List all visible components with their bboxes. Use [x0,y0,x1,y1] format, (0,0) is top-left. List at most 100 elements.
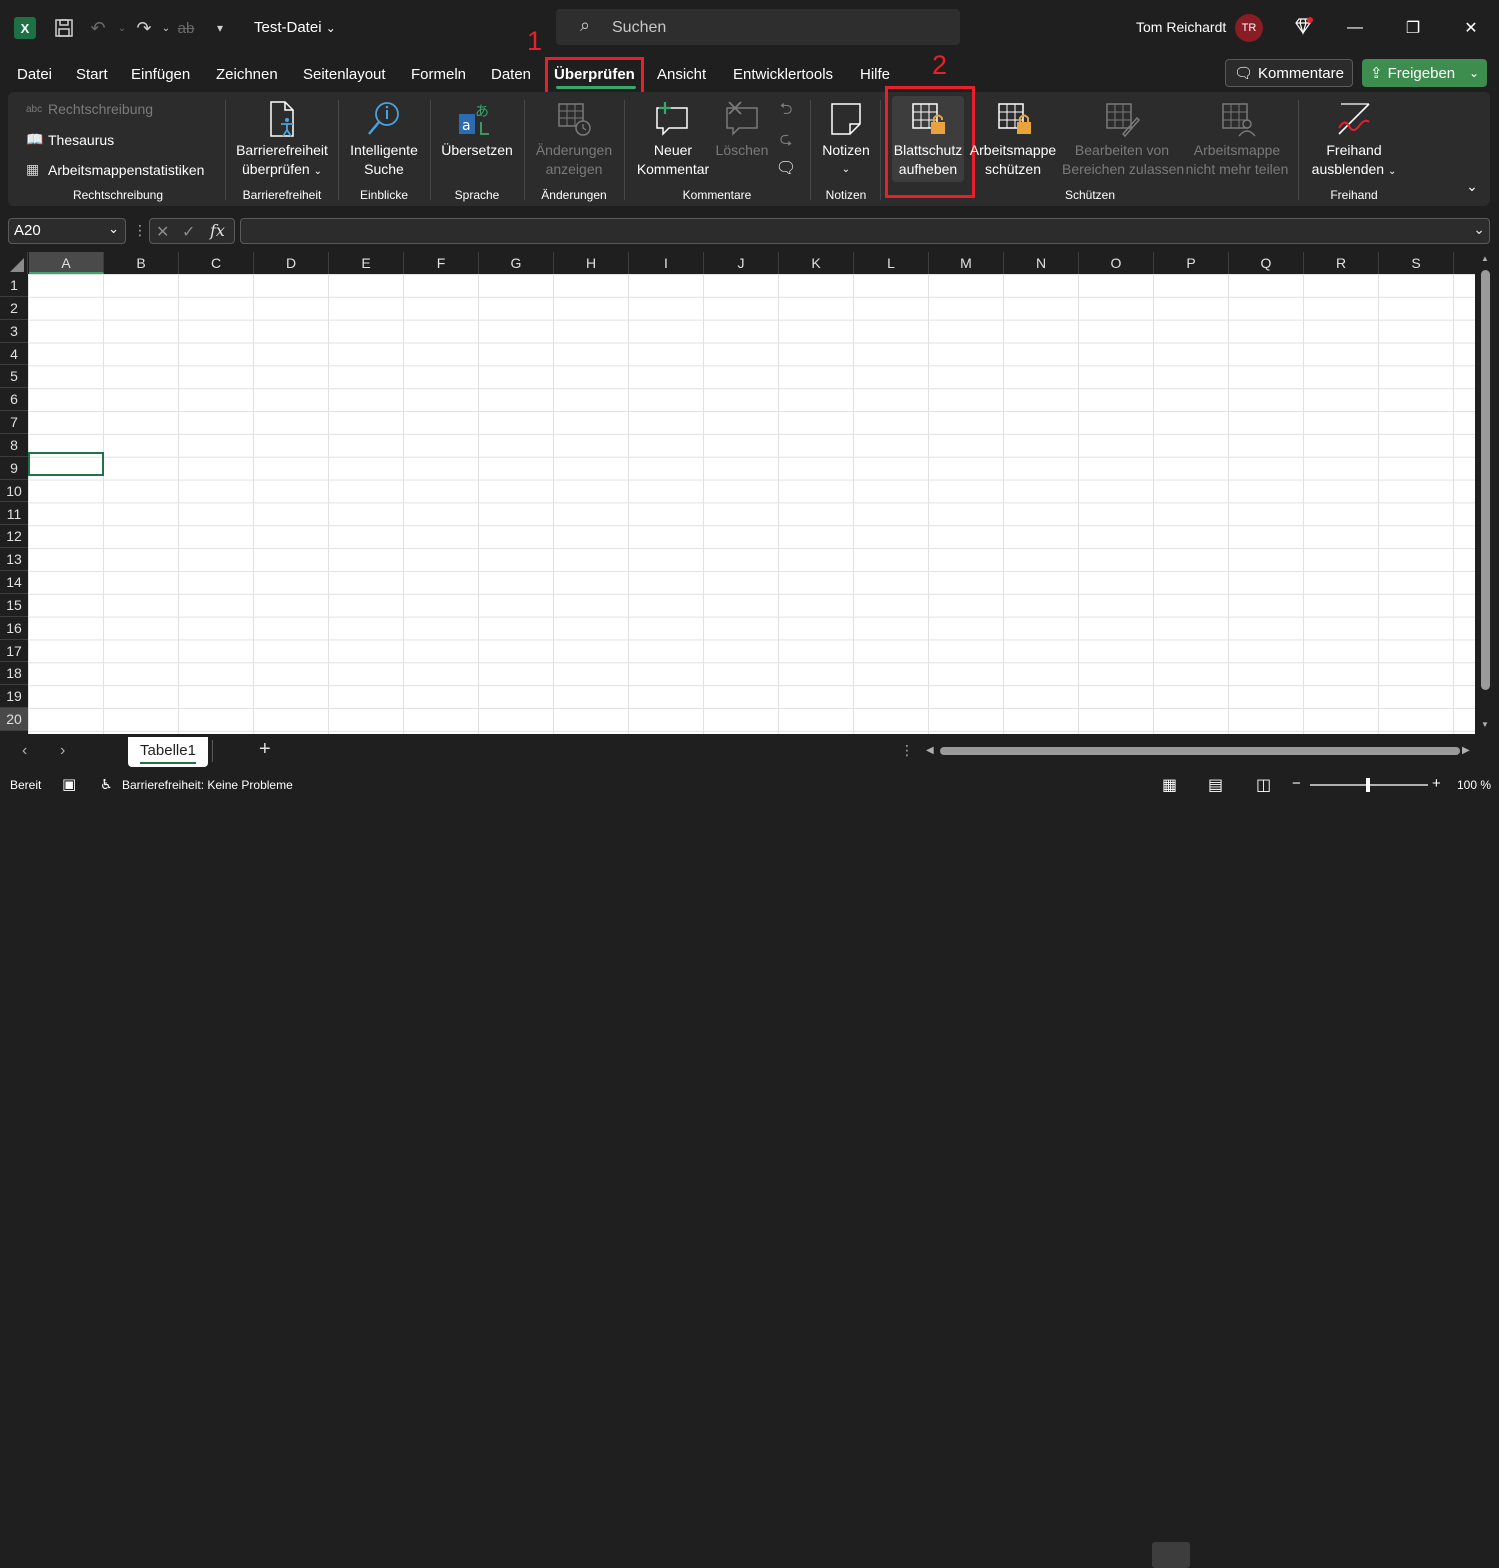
row-header-3[interactable]: 3 [0,320,28,343]
row-header-6[interactable]: 6 [0,388,28,412]
diamond-icon[interactable] [1288,12,1318,40]
column-header-a[interactable]: A [29,252,104,274]
add-sheet-button[interactable]: + [259,738,271,761]
expand-formula-bar-icon[interactable]: ⌄ [1473,221,1485,238]
new-comment-button[interactable]: Neuer Kommentar [630,141,716,179]
row-header-4[interactable]: 4 [0,343,28,366]
chevron-down-icon[interactable]: ⌄ [108,221,119,237]
accessibility-status[interactable]: Barrierefreiheit: Keine Probleme [122,778,293,792]
notes-button[interactable]: Notizen ⌄ [814,141,878,179]
tab-datei[interactable]: Datei [17,66,52,83]
column-header-r[interactable]: R [1304,252,1379,274]
select-all-button[interactable] [0,252,28,274]
row-header-8[interactable]: 8 [0,434,28,457]
insert-function-icon[interactable]: fx [210,221,225,240]
strikethrough-icon[interactable]: ab [172,14,200,42]
scroll-up-icon[interactable]: ▲ [1481,254,1489,263]
thesaurus-button[interactable]: 📖 Thesaurus [26,131,114,148]
column-header-g[interactable]: G [479,252,554,274]
zoom-out-icon[interactable]: − [1292,775,1301,792]
column-header-s[interactable]: S [1379,252,1454,274]
row-header-1[interactable]: 1 [0,274,28,297]
tab-seitenlayout[interactable]: Seitenlayout [303,66,386,83]
vertical-scroll-thumb[interactable] [1481,270,1490,690]
normal-view-icon[interactable]: ▦ [1162,775,1177,795]
row-header-20[interactable]: 20 [0,708,28,731]
column-header-e[interactable]: E [329,252,404,274]
macro-recording-icon[interactable]: ▣ [62,775,76,793]
previous-comment-icon[interactable]: ⮌ [774,98,798,125]
row-header-10[interactable]: 10 [0,480,28,503]
page-layout-view-icon[interactable]: ▤ [1208,775,1223,795]
row-header-19[interactable]: 19 [0,685,28,709]
allow-edit-ranges-button[interactable]: Bearbeiten von Bereichen zulassen [1062,141,1184,179]
previous-sheet-icon[interactable]: ‹ [22,742,27,760]
unshare-workbook-button[interactable]: Arbeitsmappe nicht mehr teilen [1184,141,1290,179]
close-icon[interactable]: ✕ [1456,14,1486,42]
column-header-h[interactable]: H [554,252,629,274]
spelling-button[interactable]: abc Rechtschreibung [26,101,153,117]
minimize-icon[interactable]: — [1340,14,1370,42]
row-header-12[interactable]: 12 [0,525,28,549]
horizontal-scroll-thumb[interactable] [940,747,1460,755]
user-name[interactable]: Tom Reichardt [1136,19,1226,35]
more-options-icon[interactable]: ⋮ [133,222,147,239]
zoom-in-icon[interactable]: + [1432,775,1441,792]
accessibility-icon[interactable]: ♿ [100,776,113,793]
formula-input[interactable]: ⌄ [240,218,1490,244]
workbook-statistics-button[interactable]: ▦ Arbeitsmappenstatistiken [26,161,204,178]
row-header-11[interactable]: 11 [0,503,28,526]
row-header-14[interactable]: 14 [0,571,28,594]
confirm-icon[interactable]: ✓ [182,222,195,242]
row-header-17[interactable]: 17 [0,640,28,663]
tab-hilfe[interactable]: Hilfe [860,66,890,83]
next-comment-icon[interactable]: ⮎ [774,128,798,155]
tab-formeln[interactable]: Formeln [411,66,466,83]
zoom-slider-thumb[interactable] [1366,778,1370,792]
row-header-15[interactable]: 15 [0,594,28,617]
column-header-d[interactable]: D [254,252,329,274]
scroll-left-icon[interactable]: ◀ [926,745,934,756]
row-header-18[interactable]: 18 [0,662,28,686]
active-cell-a20[interactable] [28,452,104,476]
hide-ink-button[interactable]: Freihand ausblenden ⌄ [1304,141,1404,181]
row-header-2[interactable]: 2 [0,297,28,320]
column-header-o[interactable]: O [1079,252,1154,274]
customize-toolbar-icon[interactable]: ▾ [206,14,234,42]
next-sheet-icon[interactable]: › [60,742,65,760]
column-header-b[interactable]: B [104,252,179,274]
accessibility-check-button[interactable]: Barrierefreiheit überprüfen ⌄ [232,141,332,181]
column-header-f[interactable]: F [404,252,479,274]
share-button[interactable]: ⇪ Freigeben ⌄ [1362,59,1487,87]
restore-icon[interactable]: ❐ [1398,14,1428,42]
scroll-down-icon[interactable]: ▼ [1481,720,1489,729]
row-header-16[interactable]: 16 [0,617,28,640]
collapse-ribbon-icon[interactable]: ⌄ [1462,178,1482,195]
row-header-5[interactable]: 5 [0,365,28,389]
column-header-q[interactable]: Q [1229,252,1304,274]
column-header-m[interactable]: M [929,252,1004,274]
save-icon[interactable] [50,14,78,42]
tab-start[interactable]: Start [76,66,108,83]
translate-button[interactable]: Übersetzen [436,141,518,160]
tab-ansicht[interactable]: Ansicht [657,66,706,83]
comments-button[interactable]: 🗨 Kommentare [1225,59,1353,87]
more-options-icon[interactable]: ⋮ [900,742,914,759]
scroll-right-icon[interactable]: ▶ [1462,745,1470,756]
smart-lookup-button[interactable]: Intelligente Suche [342,141,426,179]
protect-workbook-button[interactable]: Arbeitsmappe schützen [966,141,1060,179]
search-input[interactable]: ⌕ Suchen [556,9,960,45]
sheet-tab-tabelle1[interactable]: Tabelle1 [128,737,208,767]
cell-area[interactable] [28,274,1475,734]
delete-comment-button[interactable]: Löschen [712,141,772,160]
file-name[interactable]: Test-Datei ⌄ [254,19,336,36]
tab-entwicklertools[interactable]: Entwicklertools [733,66,833,83]
row-header-7[interactable]: 7 [0,411,28,434]
vertical-scrollbar[interactable]: ▲ ▼ [1476,252,1499,734]
column-header-k[interactable]: K [779,252,854,274]
page-break-view-icon[interactable]: ◫ [1256,775,1271,795]
name-box[interactable]: A20 ⌄ [8,218,126,244]
row-header-9[interactable]: 9 [0,457,28,480]
tab-daten[interactable]: Daten [491,66,531,83]
column-header-l[interactable]: L [854,252,929,274]
